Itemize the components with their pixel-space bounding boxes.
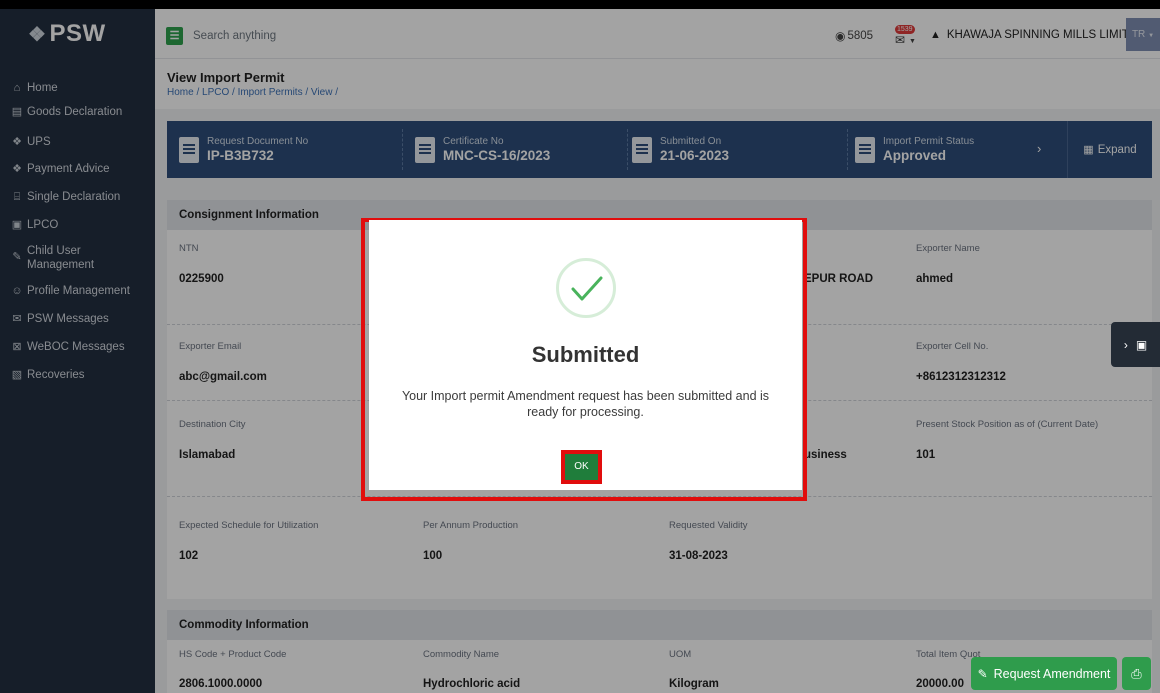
ok-button[interactable]: OK: [565, 454, 598, 480]
side-panel-toggle[interactable]: › ▣: [1111, 322, 1160, 367]
dialog-title: Submitted: [531, 342, 640, 367]
document-search-icon: ▣: [1135, 337, 1148, 352]
pencil-icon: ✎: [977, 666, 988, 681]
app-frame: ❖ PSW ⌂ Home ▤ Goods Declaration ❖ UPS ❖…: [0, 9, 1160, 693]
printer-icon: ⎙: [1131, 666, 1142, 681]
request-amendment-label: Request Amendment: [993, 666, 1111, 681]
request-amendment-button[interactable]: ✎ Request Amendment: [971, 657, 1117, 690]
print-button[interactable]: ⎙: [1122, 657, 1151, 690]
dialog-message: Your Import permit Amendment request has…: [401, 389, 770, 419]
success-check-icon: [556, 258, 616, 318]
chevron-right-icon: ›: [1123, 337, 1128, 352]
